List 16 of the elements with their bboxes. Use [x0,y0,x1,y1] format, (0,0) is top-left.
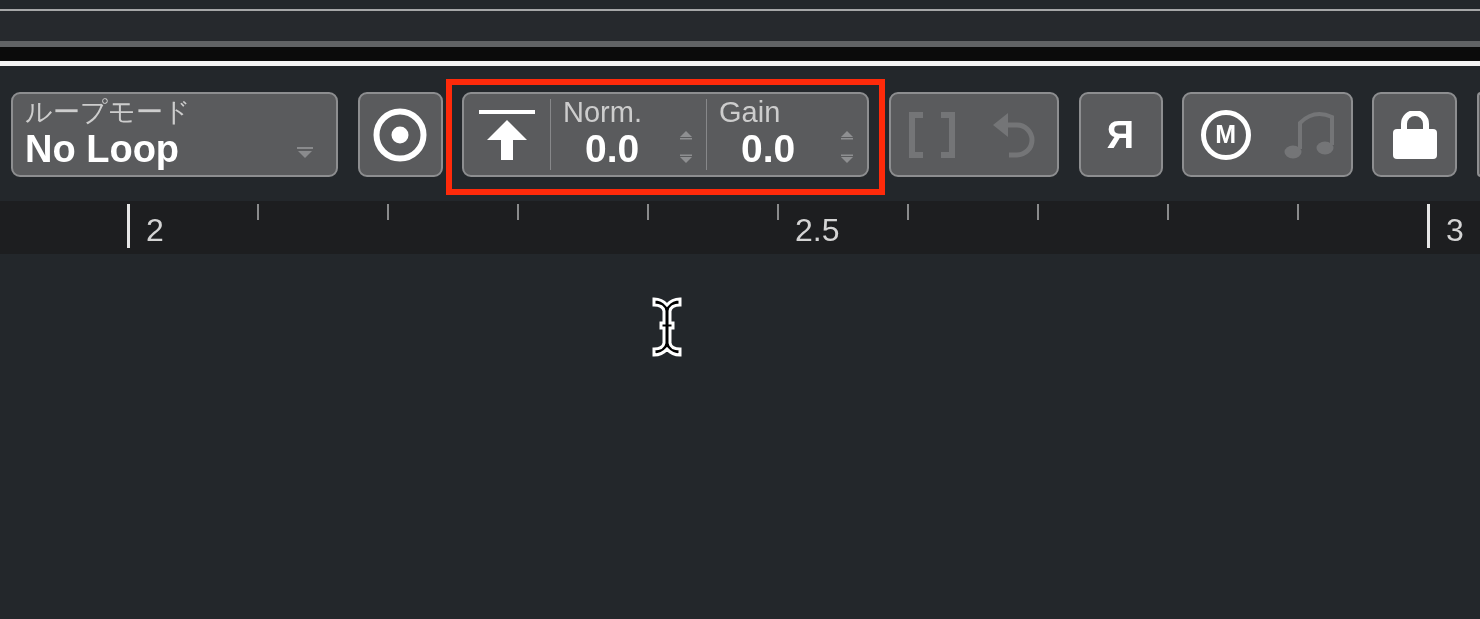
toolbar-button[interactable]: M [1184,94,1268,175]
toolbar-button[interactable] [357,92,443,177]
ruler-label: 2 [146,213,164,247]
ruler-label: 2.5 [795,213,840,247]
stepper-arrows-icon[interactable] [840,131,854,163]
toolbar-button[interactable]: Я [1078,92,1163,177]
caret-icon [297,147,313,158]
number-field[interactable]: Norm. 0.0 [551,94,706,175]
text-cursor-icon [650,295,684,359]
arrow-up-to-line-icon [479,109,535,160]
circled-letter-icon: M [1200,109,1251,160]
toolbar-button[interactable] [1372,92,1457,177]
loop-mode-dropdown[interactable]: ループモード No Loop [11,92,338,177]
number-field[interactable]: Gain 0.0 [707,94,867,175]
stepper-arrows-icon[interactable] [679,131,693,163]
ruler-label: 3 [1446,213,1464,247]
